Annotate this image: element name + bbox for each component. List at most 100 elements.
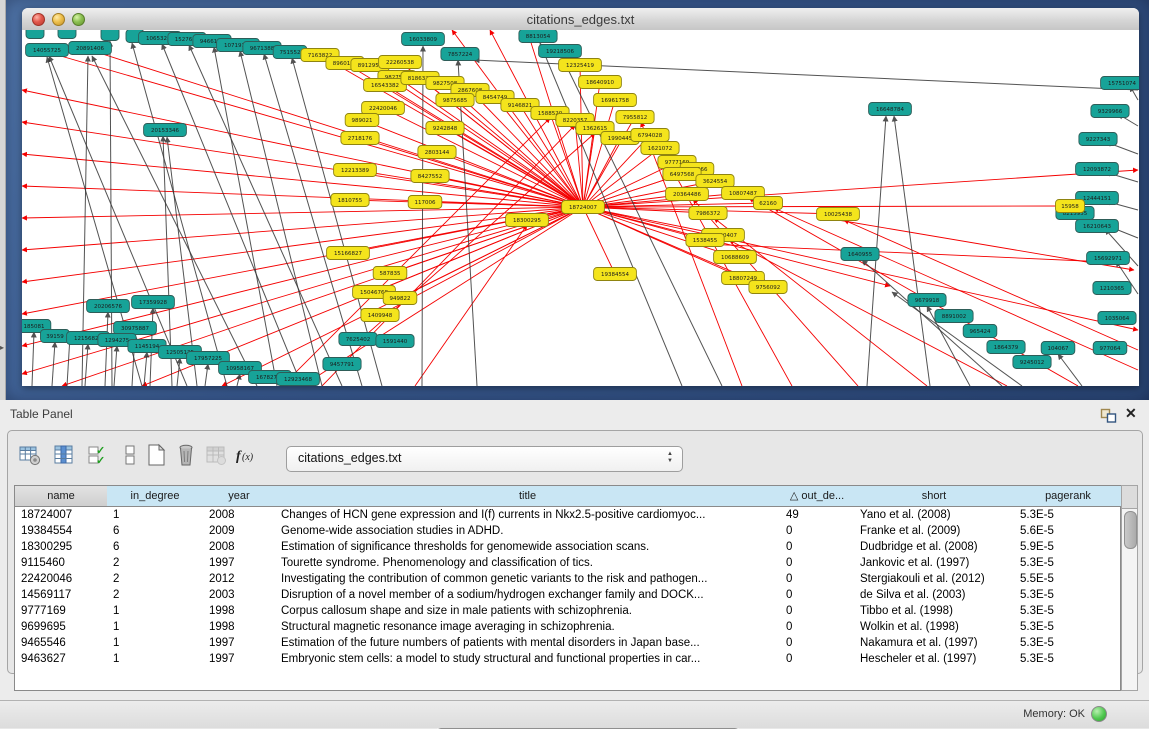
graph-node[interactable]: 1591440	[376, 335, 414, 348]
graph-node[interactable]: 9457791	[323, 358, 361, 371]
graph-node[interactable]: 977064	[1093, 342, 1127, 355]
graph-node[interactable]	[26, 30, 44, 39]
column-visibility-icon[interactable]	[52, 443, 78, 469]
graph-node[interactable]: 1810755	[331, 194, 369, 207]
graph-node[interactable]: 949822	[383, 292, 417, 305]
new-table-icon[interactable]	[144, 443, 170, 469]
graph-node[interactable]: 2718176	[341, 132, 379, 145]
graph-node[interactable]: 9875685	[436, 94, 474, 107]
table-row[interactable]: 969969511998Structural magnetic resonanc…	[15, 619, 1120, 635]
column-header-out_de[interactable]: △ out_de...	[780, 486, 855, 506]
function-builder-icon[interactable]: f(x)	[234, 443, 260, 469]
float-window-icon[interactable]	[1100, 408, 1117, 423]
graph-node[interactable]: 62160	[754, 197, 783, 210]
graph-node[interactable]: 18724007	[562, 201, 605, 214]
network-view-window[interactable]: citations_edges.txt 14055725208914061065…	[22, 8, 1139, 386]
graph-node[interactable]: 12213389	[334, 164, 377, 177]
graph-node[interactable]: 9679918	[908, 294, 946, 307]
graph-node[interactable]: 10688609	[714, 251, 757, 264]
graph-node[interactable]: 39159	[41, 330, 70, 343]
delete-table-icon[interactable]	[174, 443, 200, 469]
graph-node[interactable]: 1538455	[686, 234, 724, 247]
graph-node[interactable]: 7955812	[616, 111, 654, 124]
graph-node[interactable]: 19384554	[594, 268, 637, 281]
table-settings-icon[interactable]	[18, 443, 44, 469]
column-header-title[interactable]: title	[275, 486, 781, 506]
graph-node[interactable]: 19218506	[539, 45, 582, 58]
graph-node[interactable]: 15692971	[1087, 252, 1130, 265]
import-table-icon[interactable]	[204, 443, 230, 469]
graph-node[interactable]: 14055725	[26, 44, 69, 57]
close-panel-icon[interactable]: ✕	[1125, 406, 1137, 420]
graph-node[interactable]: 8813054	[519, 30, 557, 43]
graph-node[interactable]: 104067	[1041, 342, 1075, 355]
graph-node[interactable]: 1210365	[1093, 282, 1131, 295]
network-window-titlebar[interactable]: citations_edges.txt	[22, 8, 1139, 31]
left-splitter[interactable]: ▸	[0, 0, 6, 400]
table-row[interactable]: 911546021997Tourette syndrome. Phenomeno…	[15, 555, 1120, 571]
table-row[interactable]: 1456911722003Disruption of a novel membe…	[15, 587, 1120, 603]
graph-node[interactable]	[101, 30, 119, 41]
graph-node[interactable]: 12325419	[559, 59, 602, 72]
graph-node[interactable]: 12093872	[1076, 163, 1119, 176]
column-header-in_degree[interactable]: in_degree	[107, 486, 204, 506]
graph-node[interactable]: 1035064	[1098, 312, 1136, 325]
scrollbar-thumb[interactable]	[1124, 511, 1137, 549]
graph-node[interactable]: 15751074	[1101, 77, 1139, 90]
graph-node[interactable]: 117006	[408, 196, 442, 209]
graph-node[interactable]: 18640910	[579, 76, 622, 89]
graph-node[interactable]: 6497568	[663, 168, 701, 181]
graph-node[interactable]: 1864379	[987, 341, 1025, 354]
graph-node[interactable]: 3624554	[696, 175, 734, 188]
graph-node[interactable]: 965424	[963, 325, 997, 338]
graph-node[interactable]: 2803144	[418, 146, 456, 159]
graph-node[interactable]: 30975887	[114, 322, 157, 335]
graph-node[interactable]: 22420046	[362, 102, 405, 115]
graph-node[interactable]: 8891002	[935, 310, 973, 323]
table-row[interactable]: 1830029562008Estimation of significance …	[15, 539, 1120, 555]
column-header-short[interactable]: short	[854, 486, 1015, 506]
graph-node[interactable]: 587835	[373, 267, 407, 280]
graph-node[interactable]: 1409948	[361, 309, 399, 322]
graph-node[interactable]: 1640955	[841, 248, 879, 261]
graph-node[interactable]: 9329966	[1091, 105, 1129, 118]
graph-node[interactable]: 16543382	[364, 79, 407, 92]
column-header-year[interactable]: year	[203, 486, 276, 506]
graph-node[interactable]: 9245012	[1013, 356, 1051, 369]
graph-node[interactable]: 6794028	[631, 129, 669, 142]
graph-node[interactable]: 9242848	[426, 122, 464, 135]
graph-node[interactable]: 10025438	[817, 208, 860, 221]
table-row[interactable]: 2242004622012Investigating the contribut…	[15, 571, 1120, 587]
memory-status-icon[interactable]	[1091, 706, 1107, 722]
table-row[interactable]: 977716911998Corpus callosum shape and si…	[15, 603, 1120, 619]
column-header-pagerank[interactable]: pagerank	[1014, 486, 1123, 506]
graph-node[interactable]: 12923468	[277, 373, 320, 386]
graph-node[interactable]: 16210643	[1076, 220, 1119, 233]
graph-node[interactable]: 8427552	[411, 170, 449, 183]
graph-node[interactable]: 7986372	[689, 207, 727, 220]
graph-node[interactable]: 20153346	[144, 124, 187, 137]
table-row[interactable]: 1938455462009Genome-wide association stu…	[15, 523, 1120, 539]
row-height-icon[interactable]	[118, 443, 144, 469]
graph-node[interactable]	[58, 30, 76, 39]
graph-node[interactable]: 18300295	[506, 214, 549, 227]
graph-node[interactable]: 7625402	[339, 333, 377, 346]
column-header-name[interactable]: name	[15, 486, 108, 506]
graph-node[interactable]: 20891406	[69, 42, 112, 55]
network-graph[interactable]: 1405572520891406106532871527602946616110…	[22, 30, 1139, 386]
table-row[interactable]: 946362711997Embryonic stem cells: a mode…	[15, 651, 1120, 667]
graph-node[interactable]: 15958	[1056, 200, 1085, 213]
table-body[interactable]: 1872400712008Changes of HCN gene express…	[14, 507, 1121, 691]
splitter-collapse-handle[interactable]: ▸	[0, 343, 4, 352]
graph-node[interactable]: 989021	[345, 114, 379, 127]
graph-node[interactable]: 17359928	[132, 296, 175, 309]
graph-node[interactable]: 16033809	[402, 33, 445, 46]
graph-node[interactable]: 9227343	[1079, 133, 1117, 146]
graph-node[interactable]: 16648784	[869, 103, 912, 116]
selection-mode-icon[interactable]: ✓✓	[86, 443, 112, 469]
graph-node[interactable]: 1621072	[641, 142, 679, 155]
table-source-dropdown[interactable]: citations_edges.txt ▲▼	[286, 446, 683, 472]
graph-node[interactable]: 7857224	[441, 48, 479, 61]
graph-node[interactable]: 22260538	[379, 56, 422, 69]
table-row[interactable]: 1872400712008Changes of HCN gene express…	[15, 507, 1120, 523]
